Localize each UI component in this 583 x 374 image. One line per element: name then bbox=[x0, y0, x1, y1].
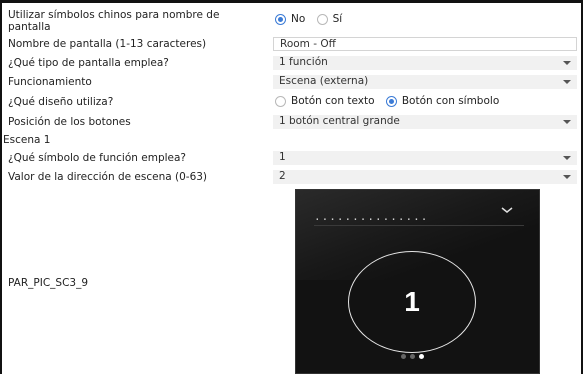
design-label: ¿Qué diseño utiliza? bbox=[8, 96, 114, 108]
screen-type-value: 1 función bbox=[279, 56, 328, 68]
screen-name-input[interactable]: Room - Off bbox=[273, 37, 577, 51]
preview-dashes: ............... bbox=[314, 210, 429, 223]
button-position-select[interactable]: 1 botón central grande bbox=[273, 115, 577, 129]
operation-label: Funcionamiento bbox=[8, 76, 92, 88]
chinese-symbols-radio-group: No Sí bbox=[275, 12, 350, 26]
screen-name-label: Nombre de pantalla (1-13 caracteres) bbox=[8, 38, 207, 50]
screen-type-label: ¿Qué tipo de pantalla emplea? bbox=[8, 57, 169, 69]
preview-divider bbox=[314, 225, 524, 226]
button-position-value: 1 botón central grande bbox=[279, 115, 400, 127]
preview-image-label: PAR_PIC_SC3_9 bbox=[8, 277, 89, 289]
radio-button-text-label: Botón con texto bbox=[291, 95, 375, 107]
radio-button-symbol[interactable]: Botón con símbolo bbox=[385, 94, 500, 108]
operation-select[interactable]: Escena (externa) bbox=[273, 75, 577, 89]
window-frame-left bbox=[0, 0, 2, 374]
preview-button-number: 1 bbox=[404, 286, 420, 317]
operation-value: Escena (externa) bbox=[279, 75, 369, 87]
button-position-label: Posición de los botones bbox=[8, 116, 131, 128]
radio-button-text[interactable]: Botón con texto bbox=[275, 94, 375, 108]
radio-no[interactable]: No bbox=[275, 12, 305, 26]
page-indicator bbox=[401, 354, 424, 359]
function-symbol-select[interactable]: 1 bbox=[273, 151, 577, 165]
scene-address-value: 2 bbox=[279, 170, 286, 182]
function-symbol-label: ¿Qué símbolo de función emplea? bbox=[8, 152, 186, 164]
page-dot bbox=[401, 354, 406, 359]
radio-selected-icon bbox=[385, 95, 397, 107]
chevron-down-icon bbox=[563, 120, 571, 124]
radio-si[interactable]: Sí bbox=[316, 12, 343, 26]
scene-address-select[interactable]: 2 bbox=[273, 170, 577, 184]
radio-no-label: No bbox=[291, 13, 306, 25]
section-title: Escena 1 bbox=[3, 134, 51, 146]
radio-unselected-icon bbox=[275, 95, 286, 107]
page-dot bbox=[410, 354, 415, 359]
device-preview: ............... 1 bbox=[295, 189, 540, 374]
radio-selected-icon bbox=[275, 13, 286, 25]
page-dot bbox=[419, 354, 424, 359]
screen-type-select[interactable]: 1 función bbox=[273, 56, 577, 70]
chevron-down-icon bbox=[563, 61, 571, 65]
chevron-down-icon bbox=[563, 80, 571, 84]
chinese-symbols-label: Utilizar símbolos chinos para nombre de … bbox=[8, 9, 220, 33]
design-radio-group: Botón con texto Botón con símbolo bbox=[275, 94, 507, 108]
window-frame-top bbox=[0, 0, 583, 3]
radio-si-label: Sí bbox=[332, 13, 343, 25]
function-symbol-value: 1 bbox=[279, 151, 286, 163]
radio-unselected-icon bbox=[316, 13, 328, 25]
chevron-down-icon bbox=[501, 207, 513, 213]
chevron-down-icon bbox=[563, 175, 571, 179]
scene-address-label: Valor de la dirección de escena (0-63) bbox=[8, 171, 208, 183]
radio-button-symbol-label: Botón con símbolo bbox=[401, 95, 500, 107]
chevron-down-icon bbox=[563, 156, 571, 160]
